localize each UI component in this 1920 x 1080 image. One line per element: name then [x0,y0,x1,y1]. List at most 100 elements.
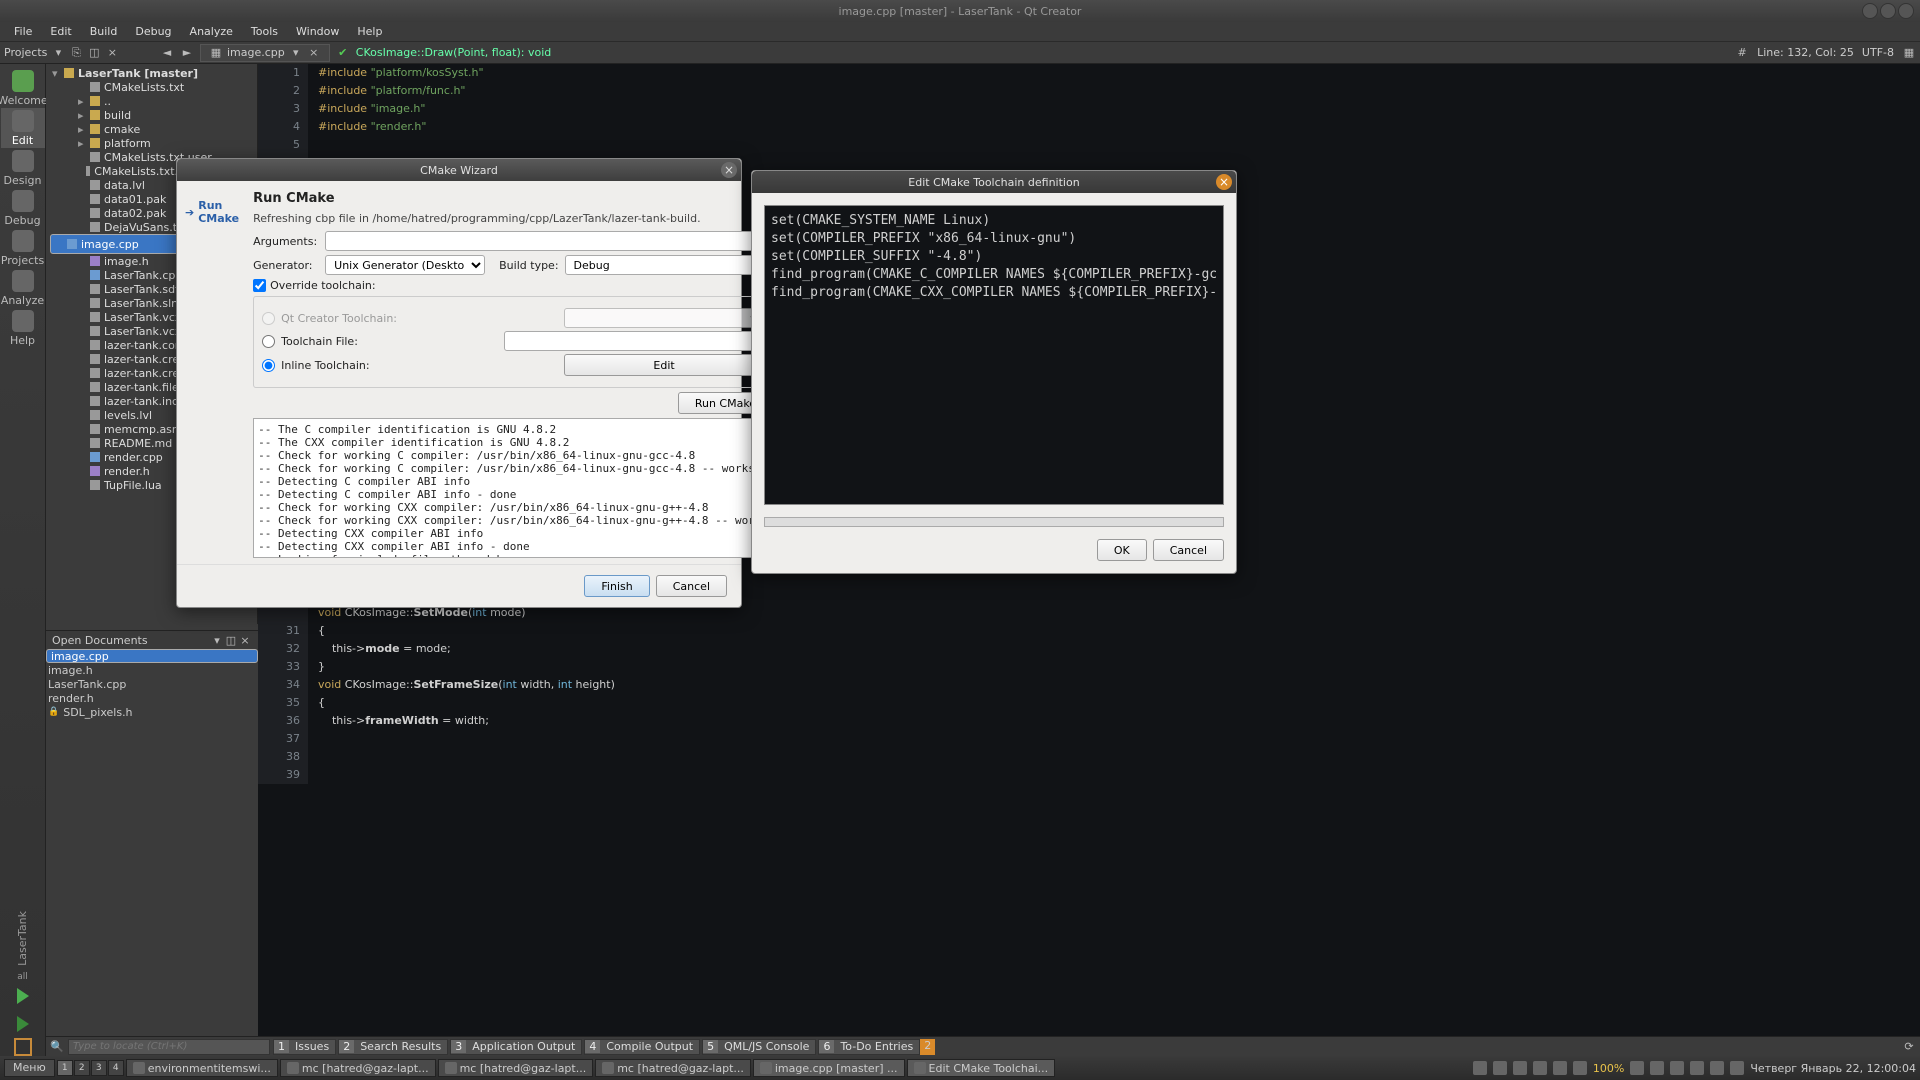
menu-window[interactable]: Window [288,23,347,40]
mode-design[interactable]: Design [1,148,45,188]
close-panel-icon[interactable]: × [105,46,119,60]
taskbar-task[interactable]: image.cpp [master] ... [753,1059,905,1077]
tree-item[interactable]: ▸build [50,108,253,122]
menu-file[interactable]: File [6,23,40,40]
close-button[interactable] [1898,3,1914,19]
record-icon[interactable]: ▦ [1902,46,1916,60]
locate-icon[interactable]: 🔍 [50,1040,64,1054]
cmake-output[interactable]: -- The C compiler identification is GNU … [253,418,773,558]
panel-dropdown-icon[interactable]: ▾ [51,46,65,60]
taskbar-task[interactable]: mc [hatred@gaz-lapt... [438,1059,594,1077]
split-icon[interactable]: ◫ [87,46,101,60]
output-tab[interactable]: 1Issues [273,1039,336,1055]
toolchain-textarea[interactable]: set(CMAKE_SYSTEM_NAME Linux) set(COMPILE… [764,205,1224,505]
buildtype-select[interactable]: Debug [565,255,774,275]
mode-debug[interactable]: Debug [1,188,45,228]
menu-build[interactable]: Build [82,23,126,40]
locate-input[interactable] [68,1039,270,1055]
taskbar-task[interactable]: Edit CMake Toolchai... [907,1059,1056,1077]
toolchain-inline-label: Inline Toolchain: [281,359,369,372]
taskbar-task[interactable]: mc [hatred@gaz-lapt... [595,1059,751,1077]
file-close-icon[interactable]: × [307,46,321,60]
line-col-status: Line: 132, Col: 25 [1757,46,1854,59]
tree-item[interactable]: ▸platform [50,136,253,150]
target-label[interactable]: LaserTank [16,905,29,972]
mode-help[interactable]: Help [1,308,45,348]
cmake-wizard-close-icon[interactable]: × [721,162,737,178]
tray-network-icon[interactable] [1533,1061,1547,1075]
symbol-ok-icon: ✔ [336,46,350,60]
step-arrow-icon: ➔ [185,206,194,219]
tray-battery-icon[interactable] [1573,1061,1587,1075]
override-toolchain-checkbox[interactable] [253,279,266,292]
output-tab[interactable]: 3Application Output [450,1039,582,1055]
toolchain-edit-button[interactable]: Edit [564,354,764,376]
opendocs-dropdown-icon[interactable]: ▾ [210,633,224,647]
tray-icon[interactable] [1730,1061,1744,1075]
nav-fwd-icon[interactable]: ► [180,46,194,60]
open-document-item[interactable]: LaserTank.cpp [46,677,258,691]
tray-icon[interactable] [1473,1061,1487,1075]
menu-debug[interactable]: Debug [127,23,179,40]
opendocs-close-icon[interactable]: × [238,633,252,647]
encoding-status[interactable]: UTF-8 [1862,46,1894,59]
cancel-button[interactable]: Cancel [656,575,727,597]
finish-button[interactable]: Finish [584,575,649,597]
output-tab[interactable]: 4Compile Output [584,1039,700,1055]
menu-help[interactable]: Help [349,23,390,40]
tree-item[interactable]: ▸cmake [50,122,253,136]
run-button[interactable] [17,988,29,1004]
tray-icon[interactable] [1690,1061,1704,1075]
output-tab[interactable]: 6To-Do Entries [818,1039,920,1055]
tray-icon[interactable] [1670,1061,1684,1075]
open-document-item[interactable]: 🔒SDL_pixels.h [46,705,258,719]
toolchain-qt-radio [262,312,275,325]
edit-toolchain-close-icon[interactable]: × [1216,174,1232,190]
tray-icon[interactable] [1493,1061,1507,1075]
output-tab[interactable]: 2Search Results [338,1039,448,1055]
opendocs-split-icon[interactable]: ◫ [224,633,238,647]
generator-select[interactable]: Unix Generator (Desktop) [325,255,485,275]
tree-item[interactable]: CMakeLists.txt [50,80,253,94]
toolchain-cancel-button[interactable]: Cancel [1153,539,1224,561]
minimize-button[interactable] [1862,3,1878,19]
toolchain-file-radio[interactable] [262,335,275,348]
build-button[interactable] [14,1038,32,1056]
symbol-crumb[interactable]: CKosImage::Draw(Point, float): void [356,46,551,59]
tree-root[interactable]: ▾LaserTank [master] [50,66,253,80]
open-document-item[interactable]: render.h [46,691,258,705]
toolchain-inline-radio[interactable] [262,359,275,372]
tray-icon[interactable] [1710,1061,1724,1075]
file-dropdown-icon[interactable]: ▾ [289,46,303,60]
menu-edit[interactable]: Edit [42,23,79,40]
output-close-icon[interactable]: ⟳ [1902,1040,1916,1054]
taskbar-task[interactable]: environmentitemswi... [126,1059,278,1077]
mode-analyze[interactable]: Analyze [1,268,45,308]
debug-run-button[interactable] [17,1016,29,1032]
open-file-crumb[interactable]: ▦ image.cpp ▾ × [200,44,330,62]
open-document-item[interactable]: image.cpp [46,649,258,663]
arguments-input[interactable] [325,231,773,251]
toolchain-ok-button[interactable]: OK [1097,539,1147,561]
maximize-button[interactable] [1880,3,1896,19]
mode-edit[interactable]: Edit [1,108,45,148]
toolchain-hscrollbar[interactable] [764,517,1224,527]
open-document-item[interactable]: image.h [46,663,258,677]
mode-projects[interactable]: Projects [1,228,45,268]
tree-item[interactable]: ▸.. [50,94,253,108]
workspace-switcher[interactable]: 1234 [57,1060,124,1076]
tray-icon[interactable] [1650,1061,1664,1075]
clock[interactable]: Четверг Январь 22, 12:00:04 [1750,1062,1916,1075]
nav-back-icon[interactable]: ◄ [160,46,174,60]
mode-welcome[interactable]: Welcome [1,68,45,108]
output-tab[interactable]: 5QML/JS Console [702,1039,816,1055]
filter-icon[interactable]: ⎘ [69,46,83,60]
taskbar-task[interactable]: mc [hatred@gaz-lapt... [280,1059,436,1077]
menu-tools[interactable]: Tools [243,23,286,40]
tray-volume-icon[interactable] [1553,1061,1567,1075]
tray-icon[interactable] [1630,1061,1644,1075]
tray-icon[interactable] [1513,1061,1527,1075]
system-menu-button[interactable]: Меню [4,1059,55,1077]
menu-analyze[interactable]: Analyze [182,23,241,40]
toolchain-file-input[interactable] [504,331,764,351]
